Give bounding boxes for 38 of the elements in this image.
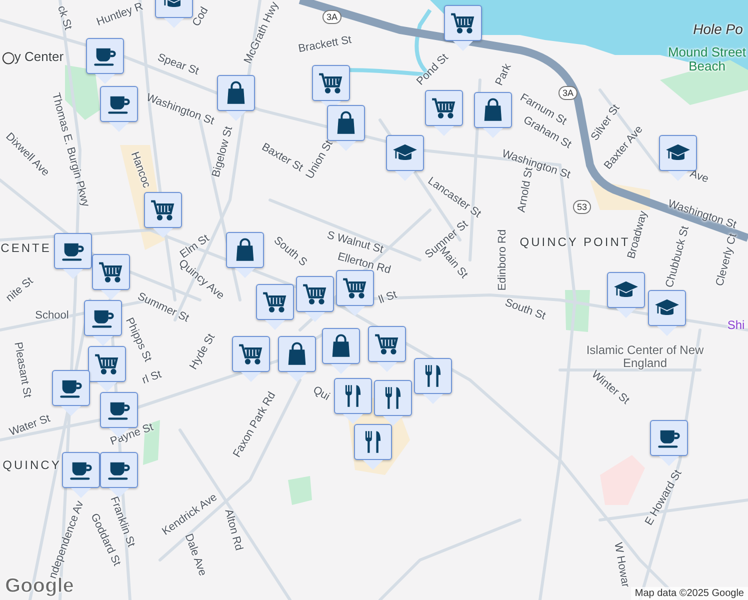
- street-label: ll St: [378, 290, 398, 306]
- street-label: Qui: [310, 384, 332, 404]
- street-label: Elm St: [178, 233, 212, 261]
- street-label: Edinboro Rd: [498, 229, 508, 291]
- street-label: Thomas E. Burgin Pkwy: [50, 92, 90, 208]
- street-label: Alton Rd: [222, 508, 244, 552]
- street-label: Dale Ave: [182, 532, 208, 578]
- street-label: Phipps St: [123, 316, 153, 364]
- street-label: Water St: [8, 414, 52, 438]
- station-label: y Center: [0, 50, 64, 64]
- park-label: Mound Street Beach: [666, 46, 748, 74]
- route-shield: 53: [573, 200, 591, 214]
- street-label: W Howar: [612, 542, 630, 588]
- street-label: Huntley R: [95, 2, 145, 28]
- route-shield: 3A: [322, 10, 342, 24]
- water-label: Hole Po: [693, 22, 743, 36]
- street-label: Pleasant St: [12, 341, 32, 399]
- street-label: South St: [503, 298, 547, 322]
- street-label: Brackett St: [298, 34, 352, 56]
- street-label: Ave: [688, 168, 710, 186]
- route-shield: 3A: [558, 86, 578, 100]
- street-label: Ellerton Rd: [336, 252, 392, 276]
- neighborhood-label: QUINCY POINT: [520, 236, 630, 248]
- street-label: Hancoc: [128, 150, 152, 190]
- street-label: School: [35, 310, 69, 322]
- street-label: Cleverly Ct: [714, 232, 740, 288]
- street-label: rl St: [140, 369, 164, 387]
- place-label: Islamic Center of New England: [585, 344, 705, 370]
- street-label: Park: [494, 62, 514, 88]
- street-label: nite St: [4, 276, 36, 304]
- street-label: Payne St: [109, 422, 155, 448]
- street-label: Bigelow St: [210, 125, 236, 179]
- street-label: ck St: [55, 4, 73, 32]
- neighborhood-label: QUINCY: [2, 459, 62, 471]
- neighborhood-label: CENTE: [0, 242, 52, 254]
- place-link[interactable]: Shi: [727, 319, 745, 331]
- street-label: Spear St: [156, 52, 200, 78]
- attribution-text: Map data ©2025 Google: [630, 587, 748, 600]
